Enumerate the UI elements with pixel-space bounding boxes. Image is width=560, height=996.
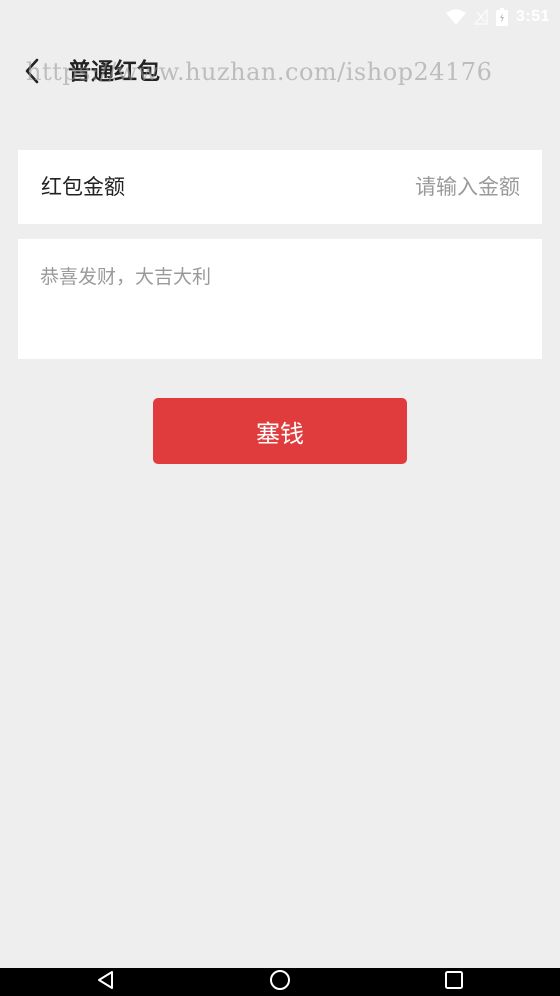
status-icons: 3:51 [445, 6, 550, 28]
signal-icon [473, 9, 488, 25]
status-bar: 3:51 [0, 0, 560, 36]
chevron-left-icon [24, 58, 40, 88]
amount-input[interactable] [280, 166, 520, 208]
page-title: 普通红包 [68, 59, 160, 85]
home-circle-icon [269, 969, 291, 995]
system-nav-bar [0, 968, 560, 996]
greeting-box [18, 239, 542, 359]
nav-home-button[interactable] [260, 968, 300, 996]
back-button[interactable] [14, 55, 50, 91]
header: 普通红包 https://www.huzhan.com/ishop24176 [0, 36, 560, 110]
wifi-icon [445, 9, 466, 25]
status-time: 3:51 [515, 8, 550, 25]
nav-back-button[interactable] [86, 968, 126, 996]
recents-square-icon [444, 970, 464, 994]
nav-recents-button[interactable] [434, 968, 474, 996]
amount-label: 红包金额 [41, 175, 125, 199]
back-triangle-icon [96, 970, 116, 994]
amount-row: 红包金额 [18, 150, 542, 224]
greeting-input[interactable] [40, 263, 520, 343]
battery-icon [495, 8, 508, 26]
submit-money-button[interactable]: 塞钱 [153, 398, 407, 464]
